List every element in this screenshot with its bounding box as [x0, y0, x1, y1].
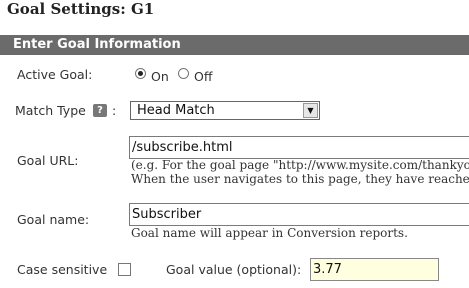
goal-url-input[interactable]: [129, 136, 469, 159]
goal-name-label: Goal name:: [17, 212, 90, 227]
active-goal-label: Active Goal:: [17, 67, 93, 82]
goal-name-input[interactable]: [129, 203, 469, 226]
question-icon[interactable]: ?: [93, 104, 107, 117]
chevron-down-icon[interactable]: ▼: [303, 103, 318, 118]
goal-name-hint: Goal name will appear in Conversion repo…: [131, 226, 408, 240]
case-sensitive-checkbox[interactable]: [118, 263, 131, 276]
match-type-label: Match Type: [15, 103, 86, 118]
goal-url-label: Goal URL:: [17, 153, 79, 168]
active-goal-off-label[interactable]: Off: [194, 69, 212, 84]
goal-url-hint-line1: (e.g. For the goal page "http://www.mysi…: [131, 158, 469, 172]
case-sensitive-label: Case sensitive: [17, 262, 108, 277]
goal-value-input[interactable]: [310, 258, 439, 281]
page-title: Goal Settings: G1: [7, 0, 155, 18]
goal-url-hint-line2: When the user navigates to this page, th…: [131, 172, 469, 186]
section-header-title: Enter Goal Information: [13, 37, 181, 52]
match-type-colon: :: [112, 103, 117, 118]
active-goal-off-radio[interactable]: [178, 68, 189, 79]
active-goal-on-label[interactable]: On: [151, 69, 169, 84]
match-type-select[interactable]: Head Match ▼: [130, 101, 320, 120]
goal-value-label: Goal value (optional):: [166, 262, 302, 277]
match-type-value: Head Match: [137, 103, 215, 118]
active-goal-on-radio[interactable]: [135, 68, 146, 79]
